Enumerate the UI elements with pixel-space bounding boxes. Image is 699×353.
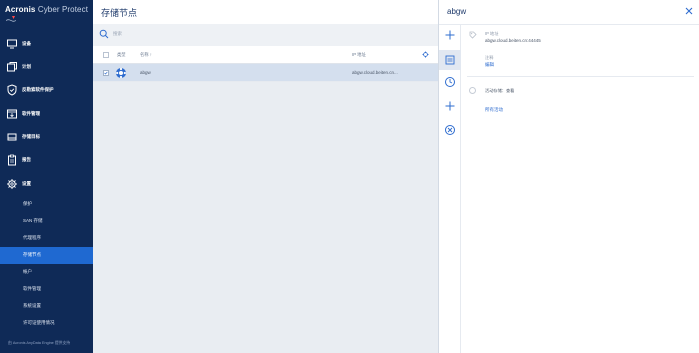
page-title: 存储节点: [101, 8, 138, 18]
sidebar-item-settings[interactable]: 设置: [0, 173, 93, 195]
shield-icon: [7, 84, 17, 96]
column-name[interactable]: 名称 ↑: [140, 52, 152, 58]
storage-icon: [7, 133, 17, 141]
empty-area: [93, 82, 438, 353]
sidebar-item-plans[interactable]: 计划: [0, 56, 93, 78]
details-tab[interactable]: [439, 50, 461, 70]
row-name: abgw: [140, 70, 151, 75]
sidebar-subitem-label: 保护: [23, 201, 32, 206]
clock-icon[interactable]: [444, 76, 456, 88]
ip-label: IP 地址: [485, 31, 499, 36]
sidebar-subitem-label: 帐户: [23, 269, 32, 274]
search-icon[interactable]: [99, 29, 109, 39]
edit-comment-link[interactable]: 编辑: [485, 62, 494, 68]
sidebar-item-label: 报告: [22, 157, 31, 162]
sidebar-item-label: 设置: [22, 181, 31, 186]
wave-icon: [6, 19, 16, 22]
sidebar-subitem-storage-nodes[interactable]: 存储节点: [0, 247, 93, 264]
panel-header: abgw: [439, 0, 699, 25]
column-type[interactable]: 类型: [117, 52, 126, 58]
sidebar-item-label: 设备: [22, 41, 31, 46]
table-row[interactable]: abgw abgw.cloud.beiten.cn...: [93, 64, 438, 82]
sidebar-subitem-system-settings[interactable]: 系统设置: [0, 298, 93, 315]
details-list-icon: [445, 55, 455, 65]
sidebar-item-devices[interactable]: 设备: [0, 33, 93, 55]
tag-icon: [469, 31, 477, 39]
sidebar-item-storage[interactable]: 存储目标: [0, 126, 93, 148]
panel-title: abgw: [447, 7, 467, 16]
sidebar-subitem-label: 代理程序: [23, 235, 41, 240]
row-ip: abgw.cloud.beiten.cn...: [352, 70, 398, 75]
gear-icon: [7, 179, 17, 189]
sidebar-subitem-license-usage[interactable]: 许可证使用情况: [0, 315, 93, 332]
sidebar-subitem-label: 许可证使用情况: [23, 320, 55, 325]
divider: [467, 76, 694, 77]
sidebar-item-label: 反勒索软件保护: [22, 87, 54, 92]
sidebar-item-label: 软件管理: [22, 111, 40, 116]
sidebar-subitem-agents[interactable]: 代理程序: [0, 230, 93, 247]
main-content: 存储节点 搜索 类型 名称 ↑ IP 地址 abgw abgw.cloud.be…: [93, 0, 438, 353]
cloud-node-icon: [116, 67, 126, 79]
sidebar-item-label: 计划: [22, 64, 31, 69]
search-input[interactable]: 搜索: [113, 31, 122, 37]
comment-label: 注释: [485, 55, 494, 60]
toolbar: 搜索: [93, 24, 438, 46]
column-settings-gear-icon[interactable]: [422, 51, 429, 58]
all-activities-link[interactable]: 所有活动: [485, 107, 503, 113]
ip-value: abgw.cloud.beiten.cn:44445: [485, 38, 541, 43]
plans-icon: [7, 62, 17, 72]
action-rail: [439, 25, 461, 353]
sidebar-item-anti-ransomware[interactable]: 反勒索软件保护: [0, 79, 93, 101]
add-icon[interactable]: [444, 100, 456, 112]
details-panel: abgw IP 地址 abgw.cloud.beiten.cn:44445 注释…: [438, 0, 699, 353]
close-icon[interactable]: [684, 6, 694, 16]
sidebar-item-label: 存储目标: [22, 134, 40, 139]
checkmark-icon: [104, 71, 108, 75]
monitor-icon: [7, 39, 17, 49]
add-icon[interactable]: [444, 29, 456, 41]
table-header: 类型 名称 ↑ IP 地址: [93, 46, 438, 64]
software-icon: [7, 109, 17, 119]
service-status: 活动存储：查看: [485, 88, 515, 93]
sidebar-item-reports[interactable]: 报告: [0, 149, 93, 171]
sidebar-subitem-label: 软件管理: [23, 286, 41, 291]
sidebar-subitem-accounts[interactable]: 帐户: [0, 264, 93, 281]
status-circle-icon: [469, 87, 476, 94]
brand-logo: Acronis Cyber Protect: [5, 5, 89, 14]
footer-note: 由 Acronis AnyData Engine 提供支持: [8, 341, 71, 345]
details-content: IP 地址 abgw.cloud.beiten.cn:44445 注释 编辑 活…: [461, 25, 699, 353]
report-icon: [8, 154, 16, 166]
remove-icon[interactable]: [444, 124, 456, 136]
sidebar-subitem-protection[interactable]: 保护: [0, 196, 93, 213]
sidebar-subitem-label: 存储节点: [23, 252, 41, 257]
column-ip[interactable]: IP 地址: [352, 52, 366, 58]
sidebar-item-software[interactable]: 软件管理: [0, 103, 93, 125]
sidebar-subitem-san-storage[interactable]: SAN 存储: [0, 213, 93, 230]
sidebar-subitem-label: 系统设置: [23, 303, 41, 308]
sidebar-subitem-label: SAN 存储: [23, 218, 43, 223]
sidebar: Acronis Cyber Protect ▾ 设备 计划 反勒索软件保护 软件…: [0, 0, 93, 353]
sidebar-subitem-software-management[interactable]: 软件管理: [0, 281, 93, 298]
row-checkbox[interactable]: [103, 70, 109, 76]
select-all-checkbox[interactable]: [103, 52, 109, 58]
